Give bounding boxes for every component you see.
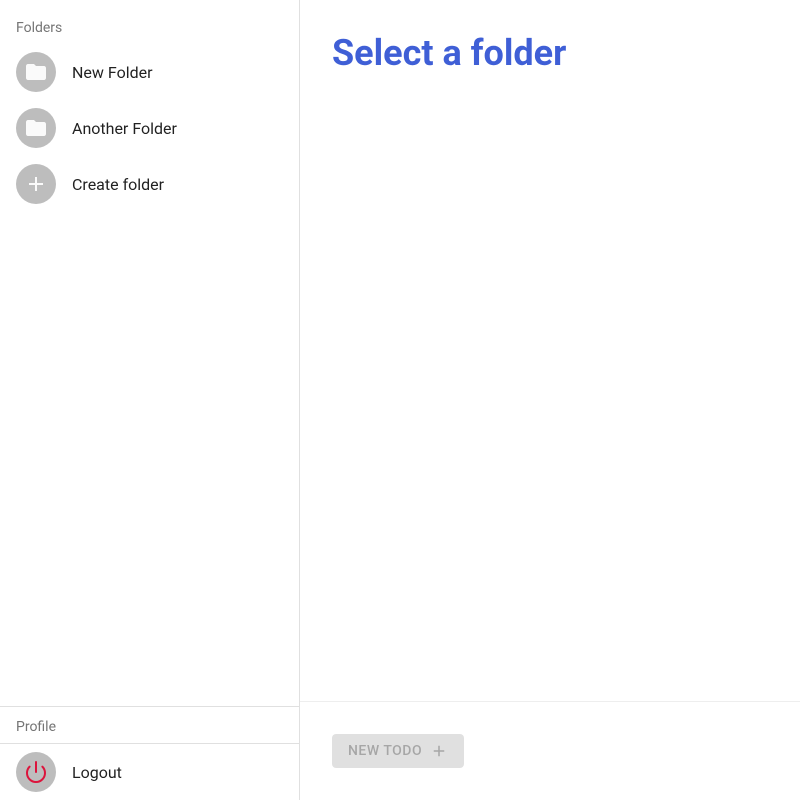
power-icon [16, 752, 56, 792]
profile-header: Profile [0, 715, 299, 743]
new-todo-label: NEW TODO [348, 743, 422, 759]
sidebar-item-label: New Folder [72, 63, 153, 82]
main-content: Select a folder [300, 0, 800, 701]
sidebar-item-logout[interactable]: Logout [0, 744, 299, 800]
main-footer: NEW TODO [300, 701, 800, 800]
page-title: Select a folder [332, 32, 768, 74]
sidebar-top: Folders New Folder Another Folder Create… [0, 0, 299, 706]
plus-icon [16, 164, 56, 204]
folder-icon [16, 52, 56, 92]
plus-icon [430, 742, 448, 760]
sidebar-item-label: Another Folder [72, 119, 177, 138]
main: Select a folder NEW TODO [300, 0, 800, 800]
sidebar-bottom: Profile Logout [0, 706, 299, 800]
folder-icon [16, 108, 56, 148]
sidebar-item-create-folder[interactable]: Create folder [0, 156, 299, 212]
sidebar: Folders New Folder Another Folder Create… [0, 0, 300, 800]
folders-header: Folders [0, 16, 299, 44]
sidebar-item-label: Logout [72, 763, 122, 782]
profile-list: Logout [0, 743, 299, 800]
sidebar-item-folder-0[interactable]: New Folder [0, 44, 299, 100]
sidebar-item-label: Create folder [72, 175, 164, 194]
sidebar-item-folder-1[interactable]: Another Folder [0, 100, 299, 156]
new-todo-button: NEW TODO [332, 734, 464, 768]
profile-section: Profile Logout [0, 707, 299, 800]
